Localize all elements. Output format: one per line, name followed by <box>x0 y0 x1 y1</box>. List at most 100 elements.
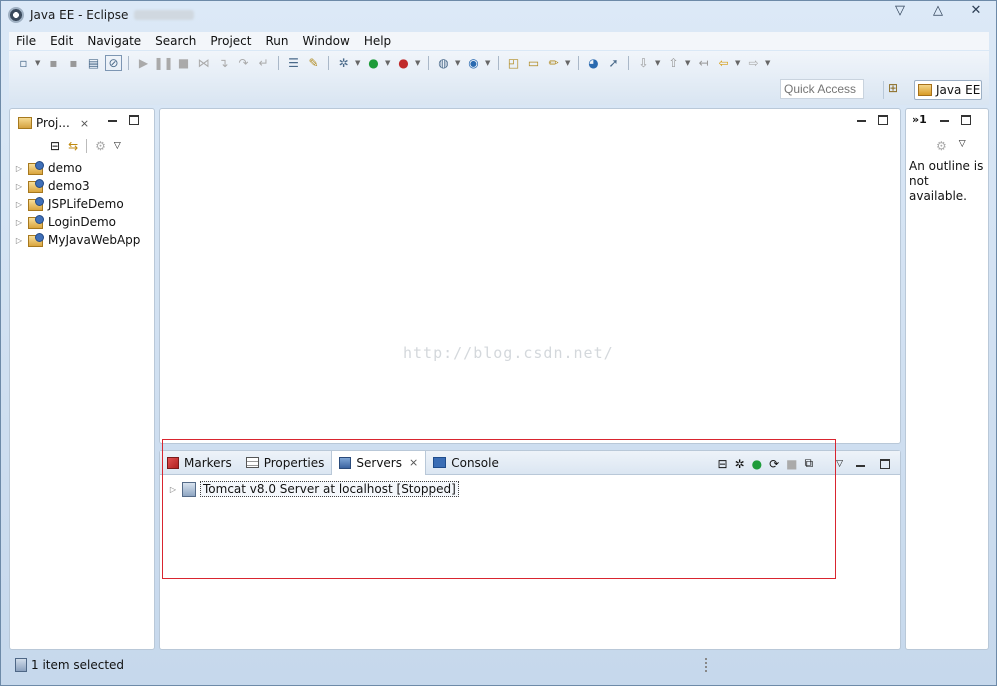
tab-properties[interactable]: Properties <box>239 451 332 475</box>
menu-window[interactable]: Window <box>295 32 356 50</box>
publish-icon[interactable]: ⧉ <box>805 456 814 471</box>
expand-arrow-icon[interactable]: ▷ <box>14 164 24 173</box>
toggle-mark-icon[interactable]: ✎ <box>305 55 322 71</box>
external-tools-dropdown-icon[interactable]: ▼ <box>415 59 422 67</box>
minimize-window-button[interactable]: ▽ <box>894 4 906 17</box>
close-tab-icon[interactable]: ⨯ <box>409 456 418 469</box>
tree-item[interactable]: ▷ demo <box>14 159 140 177</box>
back-dropdown-icon[interactable]: ▼ <box>735 59 742 67</box>
minimize-view-icon[interactable] <box>856 465 865 467</box>
run-icon[interactable]: ● <box>365 55 382 71</box>
tree-item[interactable]: ▷ demo3 <box>14 177 140 195</box>
run-on-server-icon[interactable]: ➚ <box>605 55 622 71</box>
filters-icon[interactable]: ⚙ <box>936 139 947 153</box>
save-icon[interactable]: ▪ <box>45 55 62 71</box>
skip-breakpoints-icon[interactable]: ⊘ <box>105 55 122 71</box>
status-grip[interactable] <box>705 658 707 672</box>
expand-arrow-icon[interactable]: ▷ <box>14 236 24 245</box>
start-server-icon[interactable]: ● <box>752 457 762 471</box>
menu-navigate[interactable]: Navigate <box>80 32 148 50</box>
profile-server-icon[interactable]: ⟳ <box>769 457 779 471</box>
expand-arrow-icon[interactable]: ▷ <box>14 182 24 191</box>
menu-file[interactable]: File <box>9 32 43 50</box>
quick-access-input[interactable] <box>780 79 864 99</box>
save-all-icon[interactable]: ▪ <box>65 55 82 71</box>
forward-dropdown-icon[interactable]: ▼ <box>765 59 772 67</box>
new-icon[interactable]: ▫ <box>15 55 32 71</box>
tab-console[interactable]: Console <box>426 451 506 475</box>
run-dropdown-icon[interactable]: ▼ <box>385 59 392 67</box>
tree-item[interactable]: ▷ MyJavaWebApp <box>14 231 140 249</box>
outline-tab[interactable]: »1 <box>912 113 927 126</box>
maximize-editor-icon[interactable] <box>878 115 888 125</box>
debug-icon[interactable]: ✲ <box>335 55 352 71</box>
back-icon[interactable]: ⇦ <box>715 55 732 71</box>
minimize-editor-icon[interactable] <box>857 120 866 122</box>
new-web-dropdown-icon[interactable]: ▼ <box>455 59 462 67</box>
project-explorer-tab[interactable]: Proj... ⨯ <box>14 112 94 134</box>
new-web-project-icon[interactable]: ◍ <box>435 55 452 71</box>
step-return-icon[interactable]: ↵ <box>255 55 272 71</box>
minimize-view-icon[interactable] <box>108 120 117 122</box>
tab-label: Servers <box>356 455 402 470</box>
debug-server-icon[interactable]: ✲ <box>735 457 745 471</box>
tree-item[interactable]: ▷ JSPLifeDemo <box>14 195 140 213</box>
open-type-icon[interactable]: ◰ <box>505 55 522 71</box>
prev-annotation-icon[interactable]: ⇧ <box>665 55 682 71</box>
print-icon[interactable]: ▤ <box>85 55 102 71</box>
suspend-icon[interactable]: ❚❚ <box>153 55 173 71</box>
menu-search[interactable]: Search <box>148 32 203 50</box>
close-tab-icon[interactable]: ⨯ <box>80 117 89 130</box>
server-row[interactable]: ▷ Tomcat v8.0 Server at localhost [Stopp… <box>168 481 459 497</box>
expand-arrow-icon[interactable]: ▷ <box>14 200 24 209</box>
close-window-button[interactable]: ✕ <box>970 4 982 17</box>
resume-icon[interactable]: ▶ <box>135 55 152 71</box>
filters-icon[interactable]: ⚙ <box>95 139 106 153</box>
link-with-editor-icon[interactable]: ⇆ <box>68 139 78 153</box>
stop-server-icon[interactable]: ■ <box>786 457 797 471</box>
tab-servers[interactable]: Servers ⨯ <box>331 450 427 475</box>
new-dropdown-icon[interactable]: ▼ <box>35 59 42 67</box>
new-class-dropdown-icon[interactable]: ▼ <box>485 59 492 67</box>
search-dropdown-icon[interactable]: ▼ <box>565 59 572 67</box>
tree-item[interactable]: ▷ LoginDemo <box>14 213 140 231</box>
globe-icon[interactable]: ◕ <box>585 55 602 71</box>
java-ee-perspective-button[interactable]: Java EE <box>914 80 982 100</box>
new-class-icon[interactable]: ◉ <box>465 55 482 71</box>
view-menu-icon[interactable]: ▽ <box>836 459 843 469</box>
open-folder-icon[interactable]: ▭ <box>525 55 542 71</box>
maximize-view-icon[interactable] <box>880 458 890 469</box>
external-tools-icon[interactable]: ● <box>395 55 412 71</box>
project-name: demo <box>48 161 83 175</box>
expand-arrow-icon[interactable]: ▷ <box>14 218 24 227</box>
step-into-icon[interactable]: ↴ <box>215 55 232 71</box>
last-edit-icon[interactable]: ↤ <box>695 55 712 71</box>
properties-icon <box>245 457 259 468</box>
collapse-all-icon[interactable]: ⊟ <box>717 457 727 471</box>
next-annotation-icon[interactable]: ⇩ <box>635 55 652 71</box>
tab-markers[interactable]: Markers <box>160 451 239 475</box>
open-perspective-icon[interactable]: ⊞ <box>883 81 901 99</box>
minimize-view-icon[interactable] <box>940 120 949 122</box>
menu-edit[interactable]: Edit <box>43 32 80 50</box>
step-over-icon[interactable]: ↷ <box>235 55 252 71</box>
maximize-view-icon[interactable] <box>129 115 139 125</box>
debug-dropdown-icon[interactable]: ▼ <box>355 59 362 67</box>
disconnect-icon[interactable]: ⋈ <box>195 55 212 71</box>
maximize-view-icon[interactable] <box>961 115 971 125</box>
search-tool-icon[interactable]: ✏ <box>545 55 562 71</box>
expand-arrow-icon[interactable]: ▷ <box>168 485 178 494</box>
menu-project[interactable]: Project <box>203 32 258 50</box>
view-menu-icon[interactable]: ▽ <box>114 141 121 151</box>
next-annotation-dropdown-icon[interactable]: ▼ <box>655 59 662 67</box>
watermark-text: http://blog.csdn.net/ <box>403 344 614 362</box>
open-console-icon[interactable]: ☰ <box>285 55 302 71</box>
maximize-window-button[interactable]: △ <box>932 4 944 17</box>
menu-run[interactable]: Run <box>258 32 295 50</box>
menu-help[interactable]: Help <box>357 32 398 50</box>
prev-annotation-dropdown-icon[interactable]: ▼ <box>685 59 692 67</box>
view-menu-icon[interactable]: ▽ <box>959 139 966 153</box>
collapse-all-icon[interactable]: ⊟ <box>50 139 60 153</box>
forward-icon[interactable]: ⇨ <box>745 55 762 71</box>
terminate-icon[interactable]: ■ <box>175 55 192 71</box>
